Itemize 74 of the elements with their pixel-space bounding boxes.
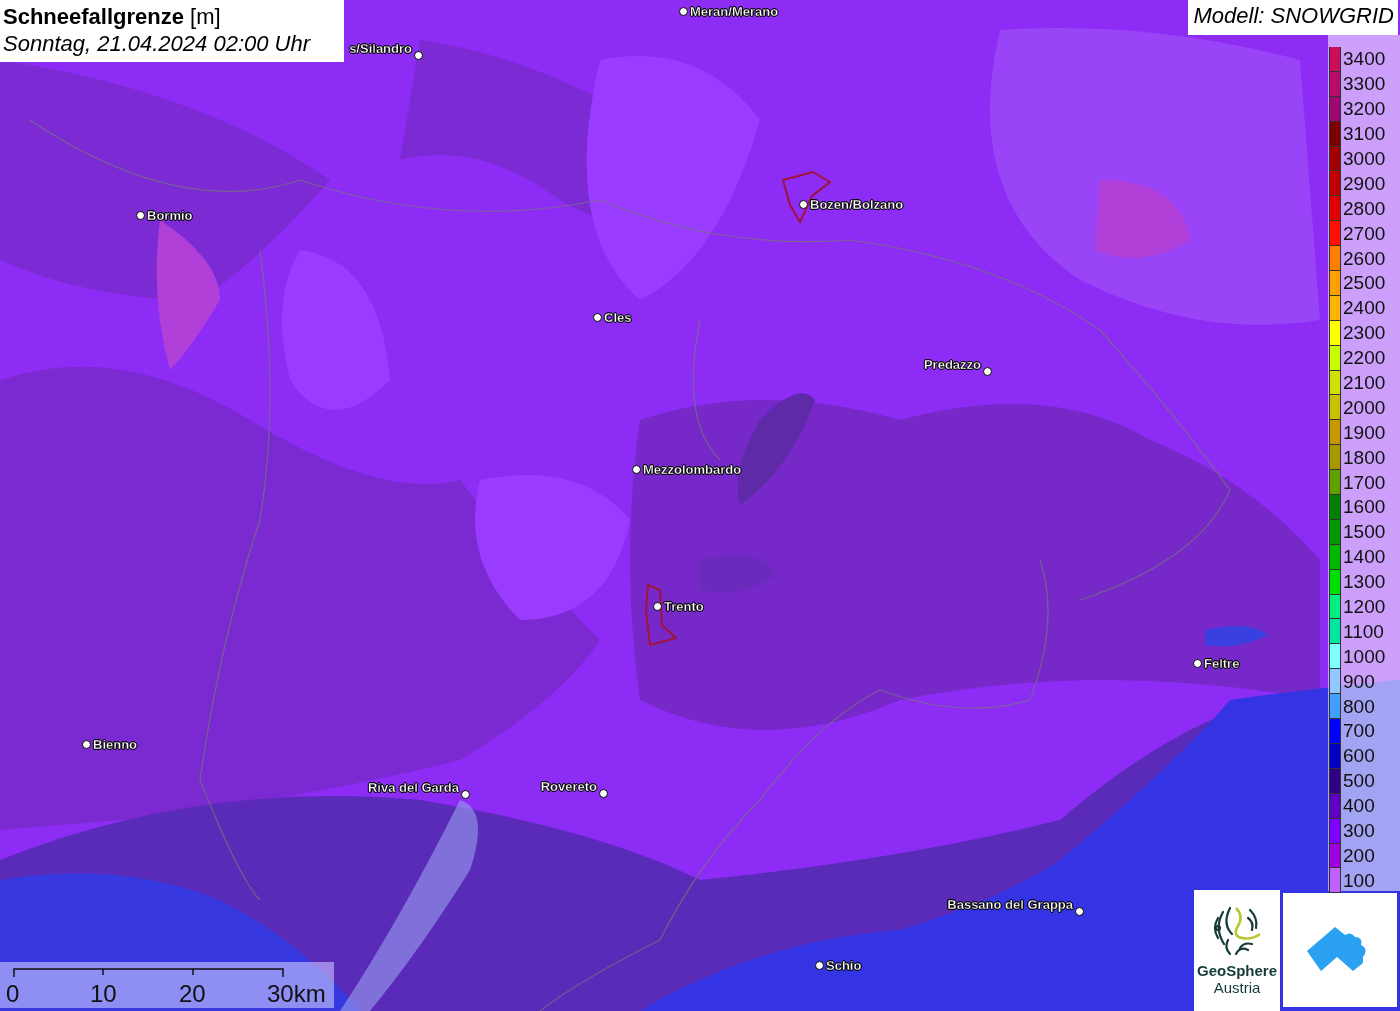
scale-ruler-icon <box>13 968 284 977</box>
legend-label: 400 <box>1343 796 1375 817</box>
city-marker-icon <box>593 313 602 322</box>
legend-label: 900 <box>1343 671 1375 692</box>
legend-label: 3000 <box>1343 149 1386 169</box>
city-marker-icon <box>599 789 608 798</box>
scale-label: 10 <box>90 980 117 1008</box>
legend-label: 3200 <box>1343 99 1386 120</box>
legend-label: 2600 <box>1343 248 1386 269</box>
city-marker-icon <box>815 961 824 970</box>
legend-label: 2200 <box>1343 348 1386 369</box>
legend-label: 2500 <box>1343 273 1386 294</box>
legend-label: 2900 <box>1343 173 1386 194</box>
legend-label: 3100 <box>1343 124 1386 145</box>
legend-label: 1700 <box>1343 472 1386 493</box>
legend-label: 2700 <box>1343 223 1386 244</box>
legend-label: 1600 <box>1343 497 1386 518</box>
legend-label: 1800 <box>1343 447 1386 468</box>
legend-label: 1300 <box>1343 572 1386 593</box>
legend-label: 2000 <box>1343 397 1386 418</box>
city-label: Bienno <box>93 737 138 752</box>
city-marker-icon <box>799 200 808 209</box>
snowgrid-logo[interactable] <box>1283 893 1397 1007</box>
scale-label: 0 <box>6 980 20 1008</box>
legend-label: 3400 <box>1343 49 1386 70</box>
legend-label: 1400 <box>1343 547 1386 568</box>
logo-text: Austria <box>1213 979 1261 996</box>
city-label: Mezzolombardo <box>643 462 742 477</box>
legend-label: 2100 <box>1343 373 1386 393</box>
legend-label: 1900 <box>1343 422 1386 443</box>
city-marker-icon <box>1193 659 1202 668</box>
city-marker-icon <box>461 790 470 799</box>
legend-label: 200 <box>1343 845 1375 866</box>
city-marker-icon <box>653 602 662 611</box>
city-marker-icon <box>1075 907 1084 916</box>
geosphere-logo[interactable]: GeoSphere Austria <box>1194 890 1280 1011</box>
city-marker-icon <box>414 51 423 60</box>
legend-label: 600 <box>1343 746 1375 767</box>
city-label: Riva del Garda <box>367 780 459 795</box>
city-label: Schio <box>826 958 862 973</box>
legend-label: 3300 <box>1343 74 1386 95</box>
legend-label: 2800 <box>1343 198 1386 219</box>
legend-label: 2300 <box>1343 323 1386 344</box>
city-label: Cles <box>604 310 632 325</box>
model-label: Modell: SNOWGRID <box>1187 0 1398 35</box>
city-label: Trento <box>664 599 704 614</box>
scale-label: 30km <box>267 980 326 1008</box>
legend-label: 1500 <box>1343 522 1386 543</box>
city-label: Meran/Merano <box>690 4 779 19</box>
legend-label: 700 <box>1343 721 1375 742</box>
city-marker-icon <box>983 367 992 376</box>
scale-label: 20 <box>179 980 206 1008</box>
map-title: Schneefallgrenze [m] <box>3 3 222 30</box>
legend-label: 500 <box>1343 771 1375 792</box>
city-label: Bozen/Bolzano <box>810 197 904 212</box>
logo-text: GeoSphere <box>1197 962 1277 979</box>
legend-label: 100 <box>1343 870 1375 891</box>
city-marker-icon <box>632 465 641 474</box>
city-label: s/Silandro <box>349 41 412 56</box>
legend-label: 1100 <box>1343 621 1384 642</box>
city-label: Feltre <box>1204 656 1240 671</box>
city-label: Bormio <box>147 208 193 223</box>
legend-label: 300 <box>1343 821 1375 842</box>
legend-label: 2400 <box>1343 298 1386 319</box>
legend-label: 1000 <box>1343 646 1386 667</box>
city-label: Predazzo <box>923 357 981 372</box>
legend-label: 800 <box>1343 696 1375 717</box>
city-marker-icon <box>82 740 91 749</box>
city-marker-icon <box>679 7 688 16</box>
legend-label: 1200 <box>1343 597 1386 618</box>
city-label: Bassano del Grappa <box>947 897 1073 912</box>
forecast-datetime: Sonntag, 21.04.2024 02:00 Uhr <box>3 30 312 58</box>
city-marker-icon <box>136 211 145 220</box>
city-label: Rovereto <box>540 779 597 794</box>
